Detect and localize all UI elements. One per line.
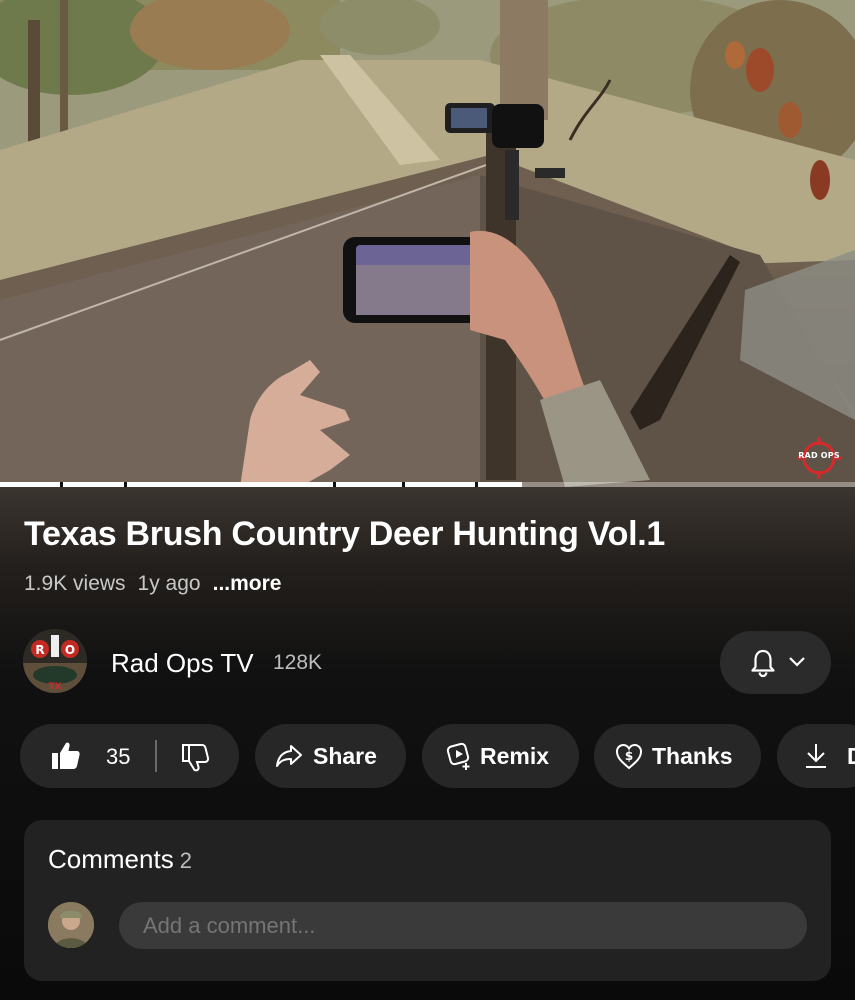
download-label: D	[847, 743, 855, 770]
bell-icon	[751, 649, 775, 678]
channel-logo-icon: R O TX	[23, 629, 87, 693]
like-icon[interactable]	[50, 740, 82, 772]
video-frame	[0, 0, 855, 487]
thanks-icon: $	[615, 743, 643, 770]
channel-avatar[interactable]: R O TX	[23, 629, 87, 693]
comments-section[interactable]: Comments 2	[24, 820, 831, 981]
view-count: 1.9K views	[24, 572, 126, 595]
svg-text:TX: TX	[48, 682, 61, 692]
remix-icon	[446, 742, 470, 770]
share-label: Share	[313, 743, 377, 769]
user-avatar[interactable]	[48, 902, 94, 948]
comments-count: 2	[179, 848, 192, 873]
youtube-watch-page: RAD OPS Texas Brush Country Deer Hunting…	[0, 0, 855, 1000]
upload-age: 1y ago	[137, 572, 201, 595]
svg-text:$: $	[625, 749, 633, 763]
like-dislike-button[interactable]: 35	[20, 724, 239, 788]
video-meta[interactable]: 1.9K views 1y ago ...more	[24, 572, 281, 596]
user-avatar-image	[48, 902, 94, 948]
notifications-button[interactable]	[720, 631, 831, 694]
comments-title: Comments	[48, 844, 174, 874]
watermark-text: RAD OPS	[798, 451, 840, 460]
like-divider	[155, 740, 157, 772]
video-player[interactable]: RAD OPS	[0, 0, 855, 487]
download-button[interactable]: D	[777, 724, 855, 788]
svg-text:R: R	[35, 643, 44, 657]
svg-text:O: O	[65, 643, 75, 657]
download-icon	[806, 744, 826, 768]
video-title[interactable]: Texas Brush Country Deer Hunting Vol.1	[24, 515, 834, 554]
thanks-button[interactable]: $ Thanks	[594, 724, 761, 788]
remix-button[interactable]: Remix	[422, 724, 579, 788]
share-button[interactable]: Share	[255, 724, 406, 788]
channel-name[interactable]: Rad Ops TV	[111, 648, 254, 679]
comments-header: Comments 2	[48, 844, 192, 875]
channel-watermark: RAD OPS	[795, 437, 843, 479]
like-count: 35	[106, 744, 131, 769]
share-icon	[276, 745, 302, 767]
thanks-label: Thanks	[652, 743, 733, 769]
chevron-down-icon	[789, 657, 805, 667]
dislike-icon[interactable]	[180, 741, 212, 773]
add-comment-input[interactable]	[119, 902, 807, 949]
subscriber-count: 128K	[273, 651, 323, 674]
more-link[interactable]: ...more	[213, 572, 282, 595]
remix-label: Remix	[480, 743, 550, 769]
